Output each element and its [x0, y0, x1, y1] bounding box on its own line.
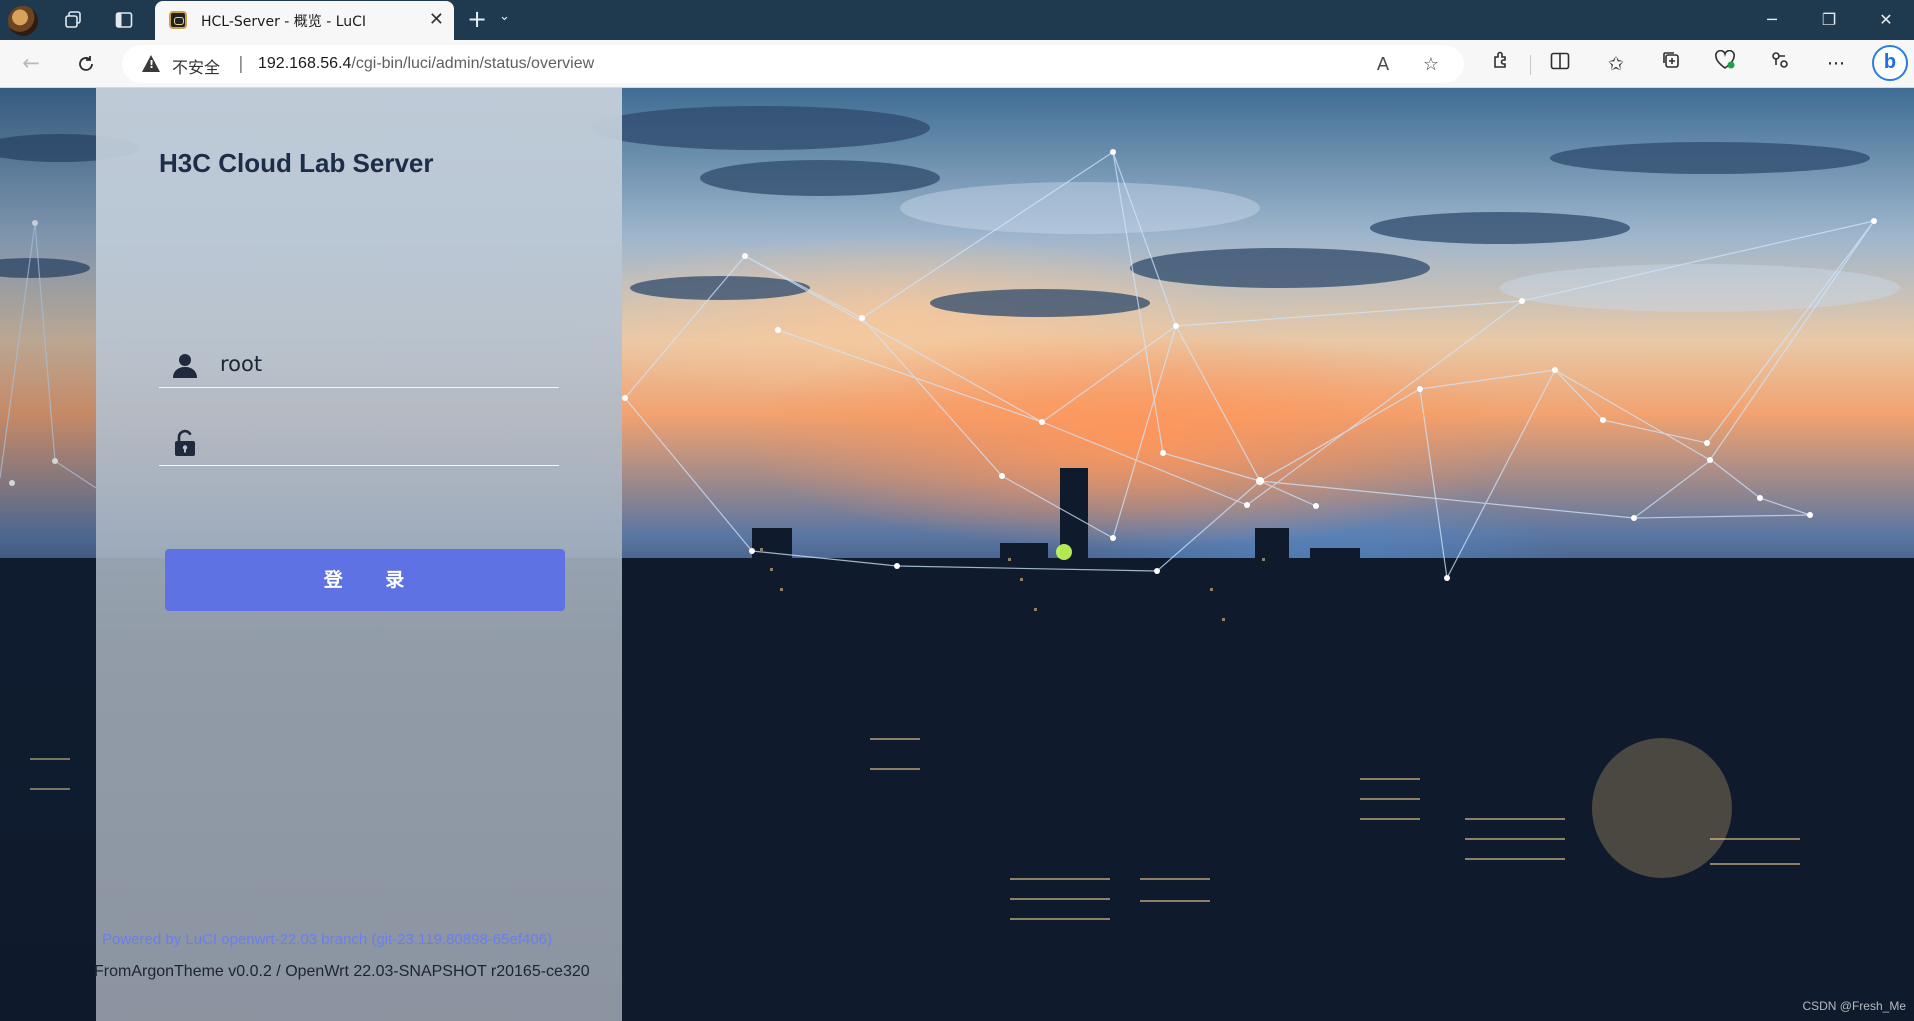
refresh-icon[interactable] [72, 50, 100, 78]
favorites-icon[interactable]: ✩ [1602, 50, 1630, 78]
username-field[interactable]: root [159, 342, 559, 388]
more-icon[interactable]: ··· [1822, 50, 1850, 78]
window-close-icon[interactable]: ✕ [1866, 6, 1906, 34]
title-bar: HCL-Server - 概览 - LuCI ✕ + ⌄ ─ ❐ ✕ [0, 0, 1914, 41]
background-edge [0, 88, 96, 1021]
login-button[interactable]: 登 录 [165, 549, 565, 611]
tab-actions-icon[interactable] [112, 8, 136, 32]
split-screen-icon[interactable] [1546, 50, 1574, 78]
tab-title: HCL-Server - 概览 - LuCI [201, 14, 367, 30]
bing-copilot-icon[interactable]: b [1872, 45, 1908, 81]
url-path: /cgi-bin/luci/admin/status/overview [351, 55, 595, 72]
theme-info: FromArgonTheme v0.0.2 / OpenWrt 22.03-SN… [94, 963, 590, 980]
login-page: H3C Cloud Lab Server root 登 录 Powered by… [0, 88, 1914, 1021]
powered-by-link[interactable]: Powered by LuCI openwrt-22.03 branch (gi… [102, 931, 552, 948]
browser-toolbar: ← 不安全 | 192.168.56.4/cgi-bin/luci/admin/… [0, 40, 1914, 88]
brand-title: H3C Cloud Lab Server [159, 148, 434, 178]
profile-avatar[interactable] [8, 6, 38, 36]
minimize-icon[interactable]: ─ [1752, 6, 1792, 34]
url-text[interactable]: 192.168.56.4/cgi-bin/luci/admin/status/o… [258, 55, 594, 73]
read-aloud-icon[interactable]: A [1370, 52, 1396, 78]
collections-icon[interactable] [1657, 50, 1685, 78]
password-field[interactable] [159, 420, 559, 466]
new-tab-icon[interactable]: + [463, 6, 491, 34]
url-host: 192.168.56.4 [258, 55, 352, 72]
toolbar-divider [1530, 55, 1531, 75]
tab-close-icon[interactable]: ✕ [429, 9, 444, 30]
address-bar[interactable]: 不安全 | 192.168.56.4/cgi-bin/luci/admin/st… [122, 45, 1464, 83]
warning-icon[interactable] [142, 55, 160, 72]
user-icon [173, 354, 197, 378]
workspaces-icon[interactable] [61, 8, 85, 32]
luci-logo-icon [169, 11, 187, 29]
tab-list-icon[interactable]: ⌄ [499, 9, 510, 24]
active-tab[interactable]: HCL-Server - 概览 - LuCI ✕ [155, 1, 454, 41]
address-separator: | [238, 54, 244, 74]
unlock-icon [175, 429, 195, 456]
username-input[interactable]: root [220, 352, 262, 376]
security-label[interactable]: 不安全 [172, 54, 220, 78]
watermark: CSDN @Fresh_Me [1802, 999, 1906, 1013]
login-panel: H3C Cloud Lab Server root 登 录 Powered by… [94, 88, 622, 1021]
share-icon[interactable] [1766, 50, 1794, 78]
back-icon[interactable]: ← [17, 50, 45, 78]
restore-icon[interactable]: ❐ [1809, 6, 1849, 34]
favorite-star-icon[interactable]: ☆ [1418, 52, 1444, 78]
browser-essentials-icon[interactable] [1711, 49, 1739, 78]
extensions-icon[interactable] [1487, 50, 1515, 78]
